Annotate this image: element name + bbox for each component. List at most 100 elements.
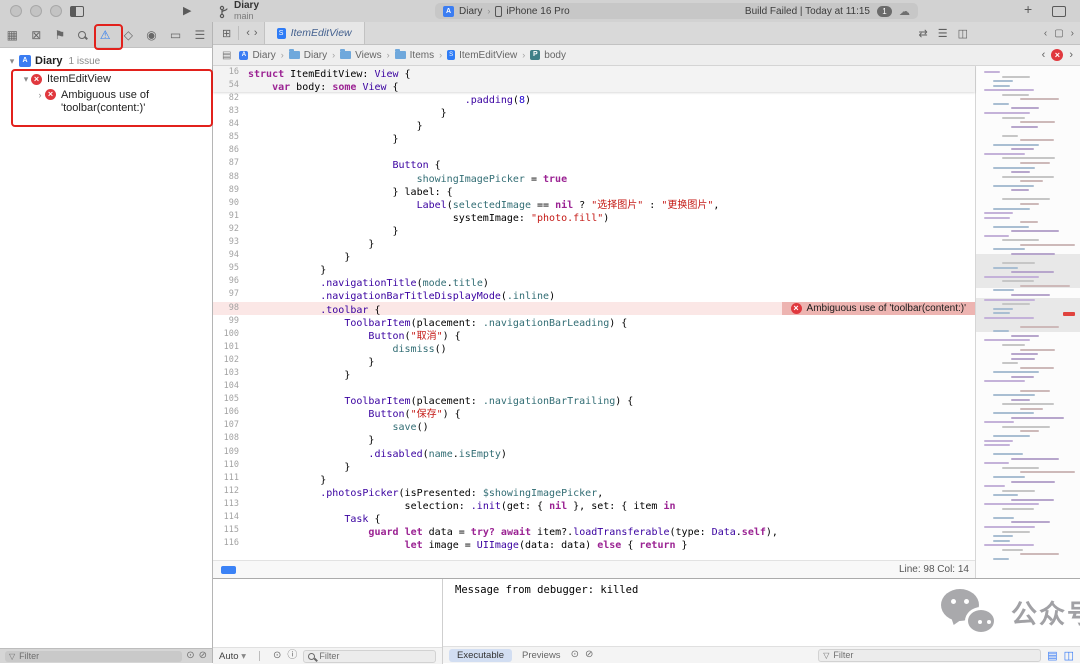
console-collapsed-indicator[interactable] — [221, 566, 236, 574]
code-line-102[interactable]: 102 } — [213, 354, 975, 367]
breadcrumb-group-items[interactable]: Items — [395, 50, 434, 61]
code-line-115[interactable]: 115 guard let data = try? await item?.lo… — [213, 524, 975, 537]
next-issue-icon[interactable]: › — [1069, 49, 1073, 61]
code-line-90[interactable]: 90 Label(selectedImage == nil ? "选择图片" :… — [213, 197, 975, 210]
line-number[interactable]: 96 — [213, 275, 239, 288]
line-number[interactable]: 86 — [213, 144, 239, 157]
clock-icon[interactable]: ⊙ — [571, 649, 579, 661]
run-destination[interactable]: iPhone 16 Pro — [506, 6, 569, 17]
disclosure-open-icon[interactable]: ▾ — [7, 56, 17, 67]
code-line-89[interactable]: 89 } label: { — [213, 184, 975, 197]
line-number[interactable]: 107 — [213, 419, 239, 432]
code-line-104[interactable]: 104 — [213, 380, 975, 393]
code-line-86[interactable]: 86 — [213, 144, 975, 157]
related-items-icon[interactable]: ▤ — [222, 50, 231, 61]
back-button[interactable]: ‹ — [246, 27, 250, 39]
related-items-grid-icon[interactable]: ⊞ — [222, 27, 231, 40]
bookmark-navigator-icon[interactable]: ⚑ — [54, 28, 65, 42]
code-line-116[interactable]: 116 let image = UIImage(data: data) else… — [213, 537, 975, 550]
line-number[interactable]: 54 — [213, 79, 239, 92]
previous-issue-icon[interactable]: ‹ — [1042, 49, 1046, 61]
code-line-105[interactable]: 105 ToolbarItem(placement: .navigationBa… — [213, 393, 975, 406]
disclosure-open-icon[interactable]: ▾ — [21, 74, 31, 85]
breadcrumb-project[interactable]: A Diary — [239, 50, 275, 61]
code-line-111[interactable]: 111 } — [213, 472, 975, 485]
disclosure-closed-icon[interactable]: › — [35, 90, 45, 100]
line-number[interactable]: 112 — [213, 485, 239, 498]
line-number[interactable]: 102 — [213, 354, 239, 367]
code-line-94[interactable]: 94 } — [213, 249, 975, 262]
line-number[interactable]: 87 — [213, 157, 239, 170]
code-line-110[interactable]: 110 } — [213, 459, 975, 472]
code-line-107[interactable]: 107 save() — [213, 419, 975, 432]
code-line-114[interactable]: 114 Task { — [213, 511, 975, 524]
test-navigator-icon[interactable]: ◇ — [124, 28, 133, 42]
code-line-109[interactable]: 109 .disabled(name.isEmpty) — [213, 446, 975, 459]
code-line-101[interactable]: 101 dismiss() — [213, 341, 975, 354]
line-number[interactable]: 109 — [213, 446, 239, 459]
report-navigator-icon[interactable]: ☰ — [194, 28, 205, 42]
debug-navigator-icon[interactable]: ◉ — [146, 28, 156, 42]
line-number[interactable]: 88 — [213, 171, 239, 184]
line-number[interactable]: 94 — [213, 249, 239, 262]
show-only-recent-icon[interactable]: ⊙ — [186, 650, 194, 662]
code-line-112[interactable]: 112 .photosPicker(isPresented: $showingI… — [213, 485, 975, 498]
line-number[interactable]: 111 — [213, 472, 239, 485]
line-number[interactable]: 93 — [213, 236, 239, 249]
line-number[interactable]: 98 — [213, 302, 239, 315]
code-line-16[interactable]: 16struct ItemEditView: View { — [213, 66, 975, 79]
line-number[interactable]: 90 — [213, 197, 239, 210]
console-filter-field[interactable]: ▽ Filter — [818, 649, 1041, 662]
scheme-name[interactable]: Diary — [459, 6, 482, 17]
issue-count-badge[interactable]: 1 — [877, 6, 892, 17]
code-review-icon[interactable]: ⇄ — [919, 27, 928, 40]
variables-filter-field[interactable]: Filter — [303, 650, 436, 663]
minimize-window-button[interactable] — [30, 5, 42, 17]
line-number[interactable]: 108 — [213, 432, 239, 445]
line-number[interactable]: 105 — [213, 393, 239, 406]
minimap[interactable] — [975, 66, 1080, 578]
breadcrumb-group-views[interactable]: Views — [340, 50, 382, 61]
inline-error-banner[interactable]: ×Ambiguous use of 'toolbar(content:)' — [782, 302, 975, 315]
line-number[interactable]: 97 — [213, 288, 239, 301]
code-line-98[interactable]: 98 .toolbar {×Ambiguous use of 'toolbar(… — [213, 302, 975, 315]
library-button[interactable]: + — [1024, 1, 1032, 17]
line-number[interactable]: 89 — [213, 184, 239, 197]
code-line-100[interactable]: 100 Button("取消") { — [213, 328, 975, 341]
line-number[interactable]: 95 — [213, 262, 239, 275]
issue-navigator-icon[interactable]: ⚠ — [100, 28, 111, 42]
line-number[interactable]: 16 — [213, 66, 239, 79]
show-variables-icon[interactable]: ⊙ — [273, 650, 281, 662]
code-line-85[interactable]: 85 } — [213, 131, 975, 144]
error-indicator-icon[interactable]: × — [1051, 49, 1063, 61]
line-number[interactable]: 104 — [213, 380, 239, 393]
code-line-84[interactable]: 84 } — [213, 118, 975, 131]
show-variables-pane-icon[interactable]: ▤ — [1047, 649, 1057, 662]
line-number[interactable]: 82 — [213, 92, 239, 105]
breadcrumb-group-diary[interactable]: Diary — [289, 50, 327, 61]
show-only-errors-icon[interactable]: ⊘ — [199, 650, 207, 662]
build-status[interactable]: Build Failed | Today at 11:15 — [745, 6, 870, 17]
issue-navigator-project-row[interactable]: ▾ A Diary 1 issue — [0, 48, 212, 67]
scope-selector[interactable]: Auto ▾ — [219, 651, 246, 662]
add-editor-icon[interactable]: ◫ — [958, 27, 968, 40]
code-line-103[interactable]: 103 } — [213, 367, 975, 380]
code-line-99[interactable]: 99 ToolbarItem(placement: .navigationBar… — [213, 315, 975, 328]
close-window-button[interactable] — [10, 5, 22, 17]
find-navigator-icon[interactable] — [78, 28, 86, 42]
line-number[interactable]: 116 — [213, 537, 239, 550]
line-number[interactable]: 92 — [213, 223, 239, 236]
code-line-106[interactable]: 106 Button("保存") { — [213, 406, 975, 419]
breakpoint-navigator-icon[interactable]: ▭ — [170, 28, 181, 42]
breadcrumb-file[interactable]: S ItemEditView — [447, 50, 517, 61]
code-line-108[interactable]: 108 } — [213, 432, 975, 445]
tab-itemeditview[interactable]: S ItemEditView — [264, 22, 365, 44]
source-control-navigator-icon[interactable]: ⊠ — [31, 28, 41, 42]
split-editor-icon[interactable]: ▢ — [1054, 28, 1063, 39]
line-number[interactable]: 99 — [213, 315, 239, 328]
code-line-87[interactable]: 87 Button { — [213, 157, 975, 170]
line-number[interactable]: 115 — [213, 524, 239, 537]
code-line-96[interactable]: 96 .navigationTitle(mode.title) — [213, 275, 975, 288]
navigator-filter-field[interactable]: ▽ Filter — [5, 651, 182, 662]
line-number[interactable]: 91 — [213, 210, 239, 223]
